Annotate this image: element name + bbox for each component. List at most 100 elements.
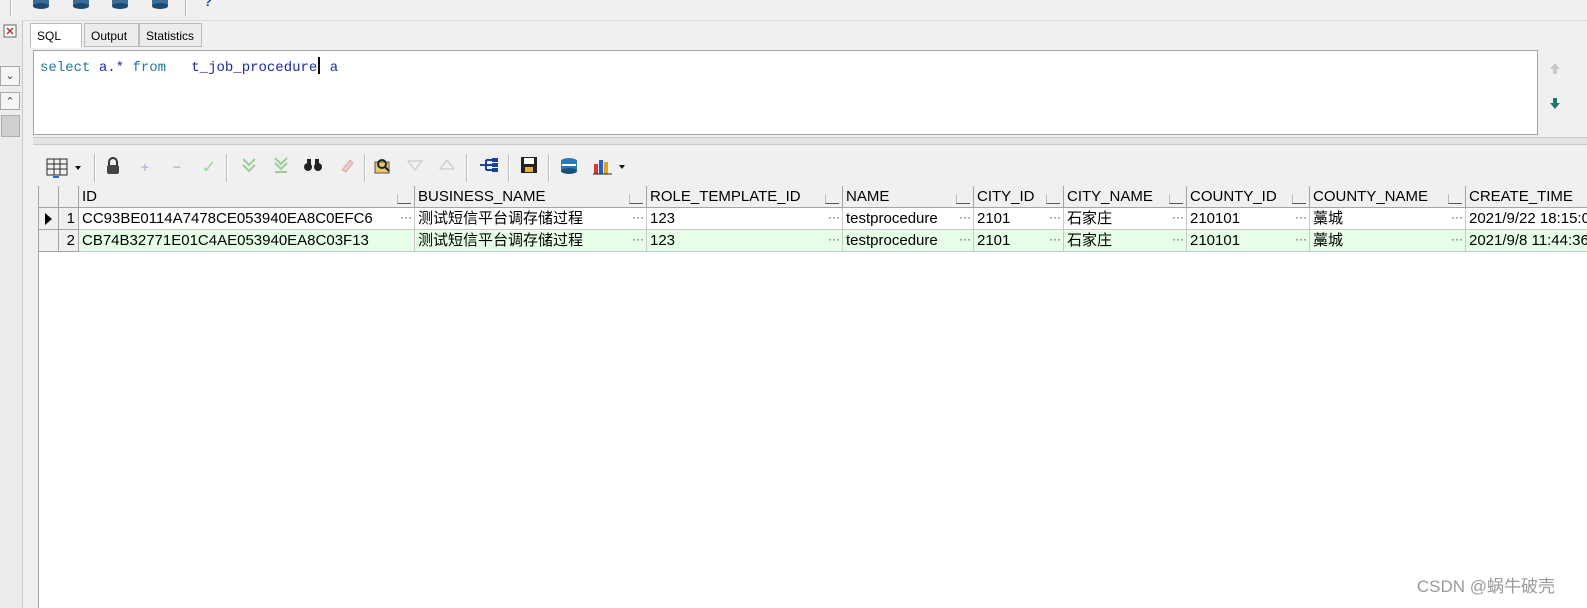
tab-output[interactable]: Output (84, 23, 139, 47)
cell-value: CB74B32771E01C4AE053940EA8C03F13 (82, 232, 369, 249)
table-cell[interactable]: 石家庄 ··· (1064, 208, 1187, 230)
cell-editor-button[interactable]: ··· (400, 208, 412, 228)
editor-navigation (1540, 54, 1566, 134)
column-sort-icon[interactable] (1169, 194, 1183, 204)
column-header-label: CITY_NAME (1067, 188, 1153, 205)
cell-editor-button[interactable]: ··· (1451, 208, 1463, 228)
table-cell[interactable]: 2021/9/8 11:44:36 (1466, 230, 1587, 252)
table-cell[interactable]: 测试短信平台调存储过程 ··· (415, 230, 647, 252)
delete-record-icon[interactable]: − (166, 156, 188, 178)
tab-statistics[interactable]: Statistics (139, 23, 202, 47)
table-cell[interactable]: 测试短信平台调存储过程 ··· (415, 208, 647, 230)
table-row[interactable]: 1 CC93BE0114A7478CE053940EA8C0EFC6 ··· 测试… (39, 208, 1587, 230)
column-header[interactable]: COUNTY_NAME (1310, 186, 1466, 208)
database-icon[interactable] (31, 0, 51, 9)
cell-editor-button[interactable]: ··· (828, 208, 840, 228)
table-cell[interactable]: testprocedure ··· (843, 230, 974, 252)
column-header-label: NAME (846, 188, 890, 205)
database-icon[interactable] (71, 0, 91, 9)
table-cell[interactable]: 2101 ··· (974, 208, 1064, 230)
table-cell[interactable]: 2101 ··· (974, 230, 1064, 252)
table-cell[interactable]: 123 ··· (647, 208, 843, 230)
table-cell[interactable]: 藁城 ··· (1310, 208, 1466, 230)
tab-sql[interactable]: SQL (30, 23, 82, 48)
sort-asc-icon[interactable] (436, 156, 458, 178)
column-header[interactable]: NAME (843, 186, 974, 208)
table-cell[interactable]: CC93BE0114A7478CE053940EA8C0EFC6 ··· (79, 208, 415, 230)
row-indicator[interactable] (39, 230, 59, 252)
chart-icon[interactable] (592, 156, 632, 178)
row-indicator[interactable] (39, 208, 59, 230)
cell-value: 2021/9/22 18:15:02 (1469, 210, 1587, 227)
column-header[interactable]: ID (79, 186, 415, 208)
cell-value: 石家庄 (1067, 210, 1113, 227)
splitter[interactable] (33, 137, 1587, 145)
cell-editor-button[interactable]: ··· (1049, 230, 1061, 250)
find-icon[interactable] (302, 156, 324, 178)
cell-editor-button[interactable]: ··· (1172, 208, 1184, 228)
cell-editor-button[interactable]: ··· (959, 230, 971, 250)
add-record-icon[interactable]: + (134, 156, 156, 178)
column-sort-icon[interactable] (629, 194, 643, 204)
column-header[interactable]: ROLE_TEMPLATE_ID (647, 186, 843, 208)
previous-statement-icon[interactable] (1548, 62, 1562, 76)
explain-plan-icon[interactable] (478, 156, 500, 178)
help-icon[interactable]: ? (204, 0, 216, 9)
cell-editor-button[interactable]: ··· (1172, 230, 1184, 250)
sql-editor[interactable]: select a.* from t_job_procedure a (33, 50, 1538, 135)
table-cell[interactable]: 210101 ··· (1187, 208, 1310, 230)
column-header[interactable]: CITY_NAME (1064, 186, 1187, 208)
column-header[interactable]: CITY_ID (974, 186, 1064, 208)
column-header[interactable]: BUSINESS_NAME (415, 186, 647, 208)
clear-icon[interactable] (336, 156, 358, 178)
column-sort-icon[interactable] (397, 194, 411, 204)
table-cell[interactable]: 123 ··· (647, 230, 843, 252)
query-by-example-icon[interactable] (372, 156, 394, 178)
close-window-icon[interactable] (0, 22, 20, 42)
scrollbar-thumb[interactable] (1, 115, 20, 137)
table-cell[interactable]: 石家庄 ··· (1064, 230, 1187, 252)
result-grid[interactable]: ID BUSINESS_NAME ROLE_TEMPLATE_ID NAME C… (38, 186, 1587, 608)
export-icon[interactable] (558, 156, 580, 178)
watermark: CSDN @蜗牛破壳 (1416, 577, 1555, 596)
cell-editor-button[interactable]: ··· (1451, 230, 1463, 250)
cell-editor-button[interactable]: ··· (1049, 208, 1061, 228)
table-cell[interactable]: 藁城 ··· (1310, 230, 1466, 252)
chevron-up-icon[interactable]: ⌃ (0, 92, 20, 110)
fetch-next-icon[interactable] (238, 156, 260, 178)
fetch-last-icon[interactable] (270, 156, 292, 178)
column-sort-icon[interactable] (1292, 194, 1306, 204)
chevron-down-icon[interactable]: ⌄ (0, 66, 20, 86)
cell-editor-button[interactable]: ··· (828, 230, 840, 250)
sql-projection: a.* (98, 60, 125, 76)
table-row[interactable]: 2 CB74B32771E01C4AE053940EA8C03F13 测试短信平… (39, 230, 1587, 252)
row-number: 2 (59, 230, 79, 252)
cell-editor-button[interactable]: ··· (632, 208, 644, 228)
save-icon[interactable] (518, 156, 540, 178)
column-sort-icon[interactable] (956, 194, 970, 204)
cell-editor-button[interactable]: ··· (1295, 230, 1307, 250)
table-cell[interactable]: testprocedure ··· (843, 208, 974, 230)
database-icon[interactable] (150, 0, 170, 9)
cell-value: 石家庄 (1067, 232, 1113, 249)
cell-editor-button[interactable]: ··· (632, 230, 644, 250)
column-sort-icon[interactable] (1046, 194, 1060, 204)
database-icon[interactable] (110, 0, 130, 9)
column-header[interactable]: CREATE_TIME (1466, 186, 1587, 208)
column-sort-icon[interactable] (1448, 194, 1462, 204)
table-cell[interactable]: CB74B32771E01C4AE053940EA8C03F13 (79, 230, 415, 252)
lock-icon[interactable] (102, 156, 124, 178)
cell-editor-button[interactable]: ··· (1295, 208, 1307, 228)
toolbar-separator (548, 154, 550, 182)
next-statement-icon[interactable] (1548, 96, 1562, 110)
toolbar-separator (185, 0, 187, 16)
column-header[interactable]: COUNTY_ID (1187, 186, 1310, 208)
cell-editor-button[interactable]: ··· (959, 208, 971, 228)
table-cell[interactable]: 210101 ··· (1187, 230, 1310, 252)
grid-view-icon[interactable] (44, 156, 84, 178)
post-record-icon[interactable]: ✓ (198, 156, 220, 178)
column-sort-icon[interactable] (825, 194, 839, 204)
table-cell[interactable]: 2021/9/22 18:15:02 (1466, 208, 1587, 230)
sort-desc-icon[interactable] (404, 156, 426, 178)
sql-table-name: t_job_procedure (191, 60, 318, 76)
